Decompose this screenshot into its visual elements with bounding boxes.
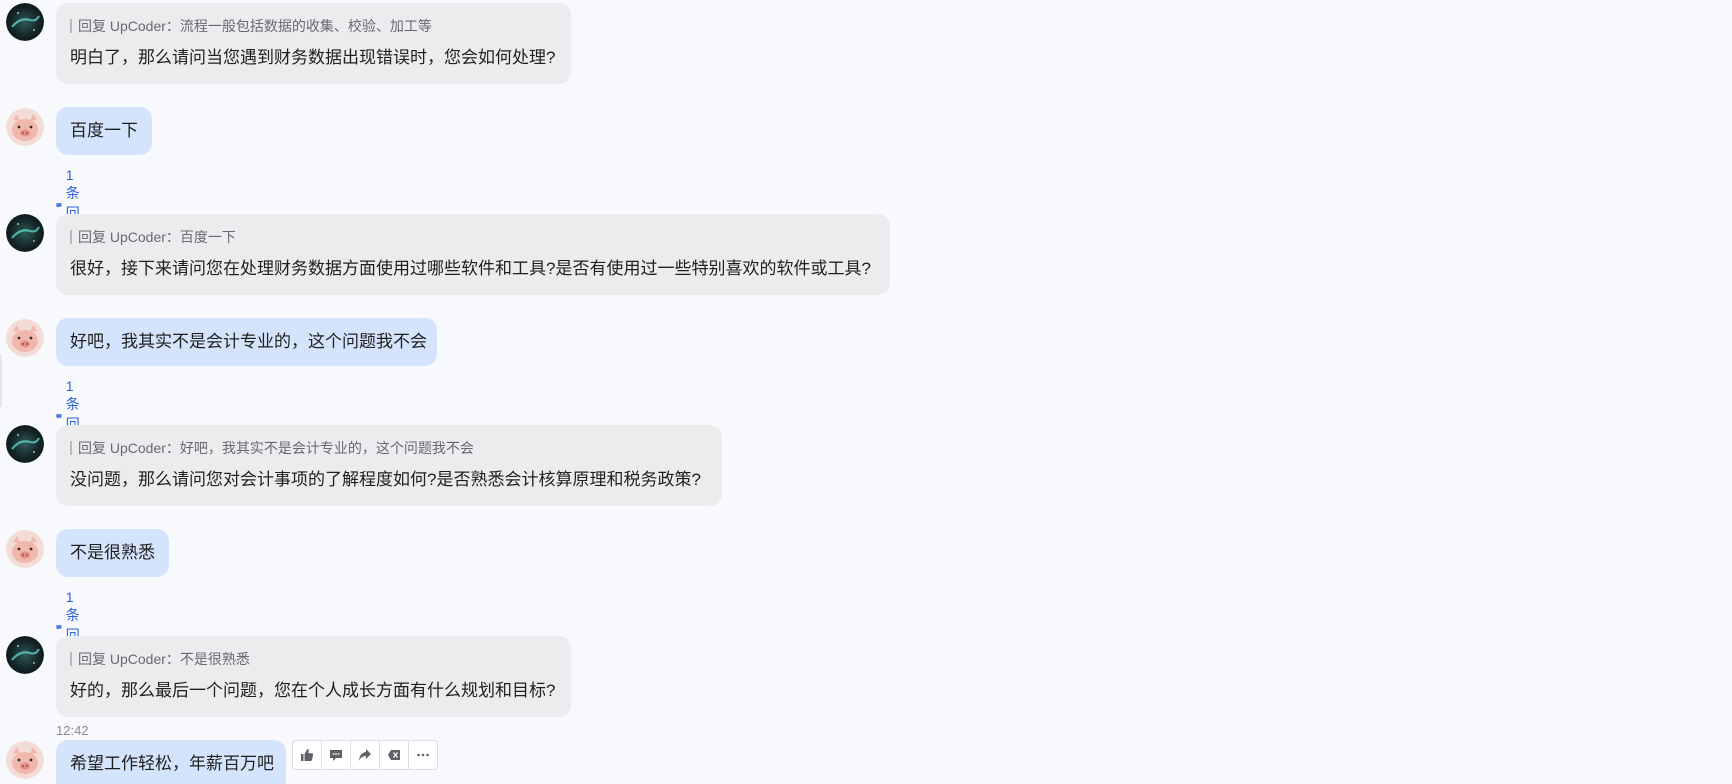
delete-icon xyxy=(388,750,400,760)
message-bubble: 好吧，我其实不是会计专业的，这个问题我不会 xyxy=(56,318,437,366)
user-avatar[interactable] xyxy=(6,108,44,146)
delete-button[interactable] xyxy=(380,741,409,769)
comment-icon xyxy=(56,624,62,630)
message-bubble: 回复 UpCoder：流程一般包括数据的收集、校验、加工等 明白了，那么请问当您… xyxy=(56,3,571,84)
reply-quote: 回复 UpCoder：百度一下 xyxy=(70,230,876,244)
bot-avatar[interactable] xyxy=(6,3,44,41)
message-bubble: 回复 UpCoder：不是很熟悉 好的，那么最后一个问题，您在个人成长方面有什么… xyxy=(56,636,571,717)
share-button[interactable] xyxy=(351,741,380,769)
comment-icon xyxy=(56,413,62,419)
message-text: 不是很熟悉 xyxy=(70,543,155,562)
bot-avatar[interactable] xyxy=(6,214,44,252)
bot-avatar[interactable] xyxy=(6,636,44,674)
reply-quote: 回复 UpCoder：好吧，我其实不是会计专业的，这个问题我不会 xyxy=(70,441,708,455)
share-icon xyxy=(359,749,371,761)
left-edge-divider xyxy=(0,355,2,407)
message-text: 明白了，那么请问当您遇到财务数据出现错误时，您会如何处理? xyxy=(70,48,556,67)
reply-button[interactable] xyxy=(322,741,351,769)
message-text: 希望工作轻松，年薪百万吧 xyxy=(70,754,274,773)
message-text: 好的，那么最后一个问题，您在个人成长方面有什么规划和目标? xyxy=(70,681,556,700)
message-text: 好吧，我其实不是会计专业的，这个问题我不会 xyxy=(70,332,427,351)
user-avatar[interactable] xyxy=(6,319,44,357)
comment-icon xyxy=(330,749,342,761)
message-text: 很好，接下来请问您在处理财务数据方面使用过哪些软件和工具?是否有使用过一些特别喜… xyxy=(70,259,871,278)
message-bubble: 百度一下 xyxy=(56,107,152,155)
user-avatar[interactable] xyxy=(6,530,44,568)
message-bubble: 回复 UpCoder：百度一下 很好，接下来请问您在处理财务数据方面使用过哪些软… xyxy=(56,214,890,295)
thumbs-up-icon xyxy=(301,749,314,761)
user-avatar[interactable] xyxy=(6,741,44,779)
message-bubble: 希望工作轻松，年薪百万吧 xyxy=(56,740,286,784)
message-action-toolbar xyxy=(292,740,438,770)
like-button[interactable] xyxy=(293,741,322,769)
message-text: 没问题，那么请问您对会计事项的了解程度如何?是否熟悉会计核算原理和税务政策? xyxy=(70,470,701,489)
more-button[interactable] xyxy=(409,741,437,769)
reply-quote: 回复 UpCoder：流程一般包括数据的收集、校验、加工等 xyxy=(70,19,557,33)
more-icon xyxy=(417,753,429,757)
chat-thread: 回复 UpCoder：流程一般包括数据的收集、校验、加工等 明白了，那么请问当您… xyxy=(0,0,1732,784)
message-bubble: 回复 UpCoder：好吧，我其实不是会计专业的，这个问题我不会 没问题，那么请… xyxy=(56,425,722,506)
reply-quote: 回复 UpCoder：不是很熟悉 xyxy=(70,652,557,666)
comment-icon xyxy=(56,202,62,208)
message-bubble: 不是很熟悉 xyxy=(56,529,169,577)
message-text: 百度一下 xyxy=(70,121,138,140)
bot-avatar[interactable] xyxy=(6,425,44,463)
message-timestamp: 12:42 xyxy=(56,723,89,738)
